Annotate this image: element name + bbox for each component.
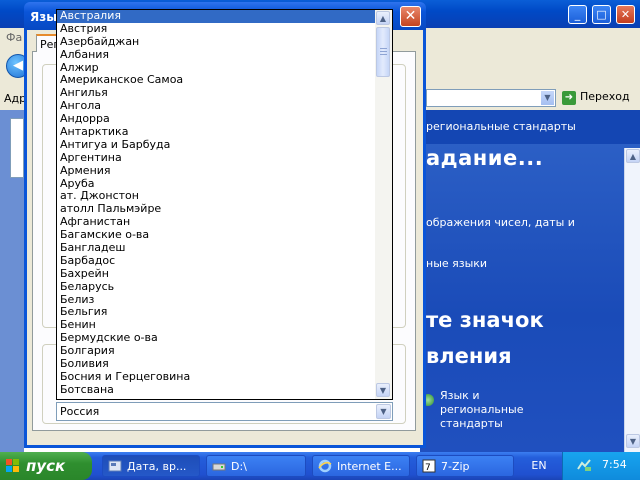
go-button[interactable]: ➜ Переход	[562, 90, 630, 107]
panel-text-2[interactable]: ные языки	[426, 257, 487, 270]
7zip-icon: 7	[422, 459, 436, 473]
control-panel-icon	[108, 460, 122, 472]
country-list-item[interactable]: Босния и Герцеговина	[57, 370, 376, 384]
country-list-item[interactable]: Аргентина	[57, 151, 376, 165]
left-pane-control[interactable]	[10, 118, 24, 178]
dialog-close-button[interactable]: ✕	[400, 6, 421, 27]
country-list-item[interactable]: Бельгия	[57, 306, 376, 319]
item-line-2: региональные	[440, 403, 524, 416]
country-list-item[interactable]: Албания	[57, 48, 376, 62]
country-list-item[interactable]: Антарктика	[57, 125, 376, 139]
panel-header-link[interactable]: региональные стандарты	[426, 120, 576, 133]
minimize-button[interactable]: _	[568, 5, 587, 24]
panel-heading-3: вления	[426, 344, 512, 368]
country-list-item[interactable]: Бахрейн	[57, 267, 376, 281]
item-line-3: стандарты	[440, 417, 503, 430]
clock: 7:54	[602, 458, 627, 471]
combo-value: Россия	[60, 405, 100, 418]
go-arrow-icon: ➜	[562, 91, 576, 105]
internet-explorer-icon	[318, 459, 332, 473]
back-arrow-icon: ◀	[13, 58, 23, 73]
task-label: D:\	[231, 460, 247, 473]
country-list-item[interactable]: Бангладеш	[57, 241, 376, 255]
country-list-item[interactable]: Ангилья	[57, 86, 376, 100]
address-label: Адр	[4, 92, 27, 105]
language-indicator[interactable]: EN	[520, 456, 558, 476]
start-button[interactable]: пуск	[0, 452, 92, 480]
country-list-item[interactable]: Антигуа и Барбуда	[57, 138, 376, 152]
country-list-item[interactable]: Ботсвана	[57, 383, 376, 397]
task-drive-d[interactable]: D:\	[206, 455, 306, 477]
country-list: Австралия Австрия Азербайджан Албания Алжир А…	[57, 10, 376, 397]
background-close-button[interactable]: ✕	[616, 5, 635, 24]
maximize-button[interactable]: □	[592, 5, 611, 24]
country-list-item[interactable]: Австралия	[57, 10, 376, 23]
panel-scrollbar[interactable]: ▲ ▼	[624, 148, 640, 452]
regional-settings-item[interactable]: Язык и региональные стандарты	[440, 389, 524, 431]
panel-heading-2: те значок	[426, 308, 544, 332]
combo-dropdown-icon[interactable]: ▼	[376, 404, 391, 419]
country-list-item[interactable]: Армения	[57, 164, 376, 178]
country-list-item[interactable]: Боливия	[57, 357, 376, 371]
scroll-down-icon[interactable]: ▼	[376, 383, 390, 397]
scroll-up-icon[interactable]: ▲	[376, 11, 390, 25]
control-panel-view: региональные стандарты адание... ображен…	[420, 110, 640, 452]
task-label: Дата, вр...	[127, 460, 187, 473]
panel-scroll-down-icon[interactable]: ▼	[626, 434, 640, 448]
close-icon: ✕	[404, 8, 417, 24]
task-date-time[interactable]: Дата, вр...	[102, 455, 200, 477]
country-list-item[interactable]: Беларусь	[57, 280, 376, 294]
task-7zip[interactable]: 7 7-Zip	[416, 455, 514, 477]
country-list-item[interactable]: Австрия	[57, 22, 376, 36]
country-list-item[interactable]: Барбадос	[57, 254, 376, 268]
scroll-thumb[interactable]	[376, 27, 390, 77]
country-dropdown-list[interactable]: Австралия Австрия Азербайджан Албания Алжир А…	[56, 9, 393, 400]
system-tray	[562, 452, 640, 480]
list-scrollbar[interactable]: ▲ ▼	[375, 10, 392, 399]
svg-text:7: 7	[425, 463, 431, 473]
windows-logo-icon	[6, 459, 19, 472]
task-internet-explorer[interactable]: Internet E...	[312, 455, 410, 477]
start-label: пуск	[26, 457, 66, 475]
panel-scroll-up-icon[interactable]: ▲	[626, 149, 640, 163]
drive-icon	[212, 463, 226, 471]
task-label: Internet E...	[337, 460, 402, 473]
address-input[interactable]	[426, 89, 556, 107]
panel-text-1[interactable]: ображения чисел, даты и	[426, 216, 575, 229]
menu-file-partial[interactable]: Фа	[6, 31, 22, 44]
address-dropdown-button[interactable]: ▼	[540, 90, 555, 106]
item-line-1: Язык и	[440, 389, 480, 402]
location-combobox[interactable]: Россия ▼	[56, 402, 393, 421]
country-list-item[interactable]: Азербайджан	[57, 35, 376, 49]
network-tray-icon[interactable]	[576, 457, 592, 473]
task-label: 7-Zip	[441, 460, 470, 473]
panel-heading-1: адание...	[426, 146, 544, 170]
go-label: Переход	[580, 90, 630, 103]
